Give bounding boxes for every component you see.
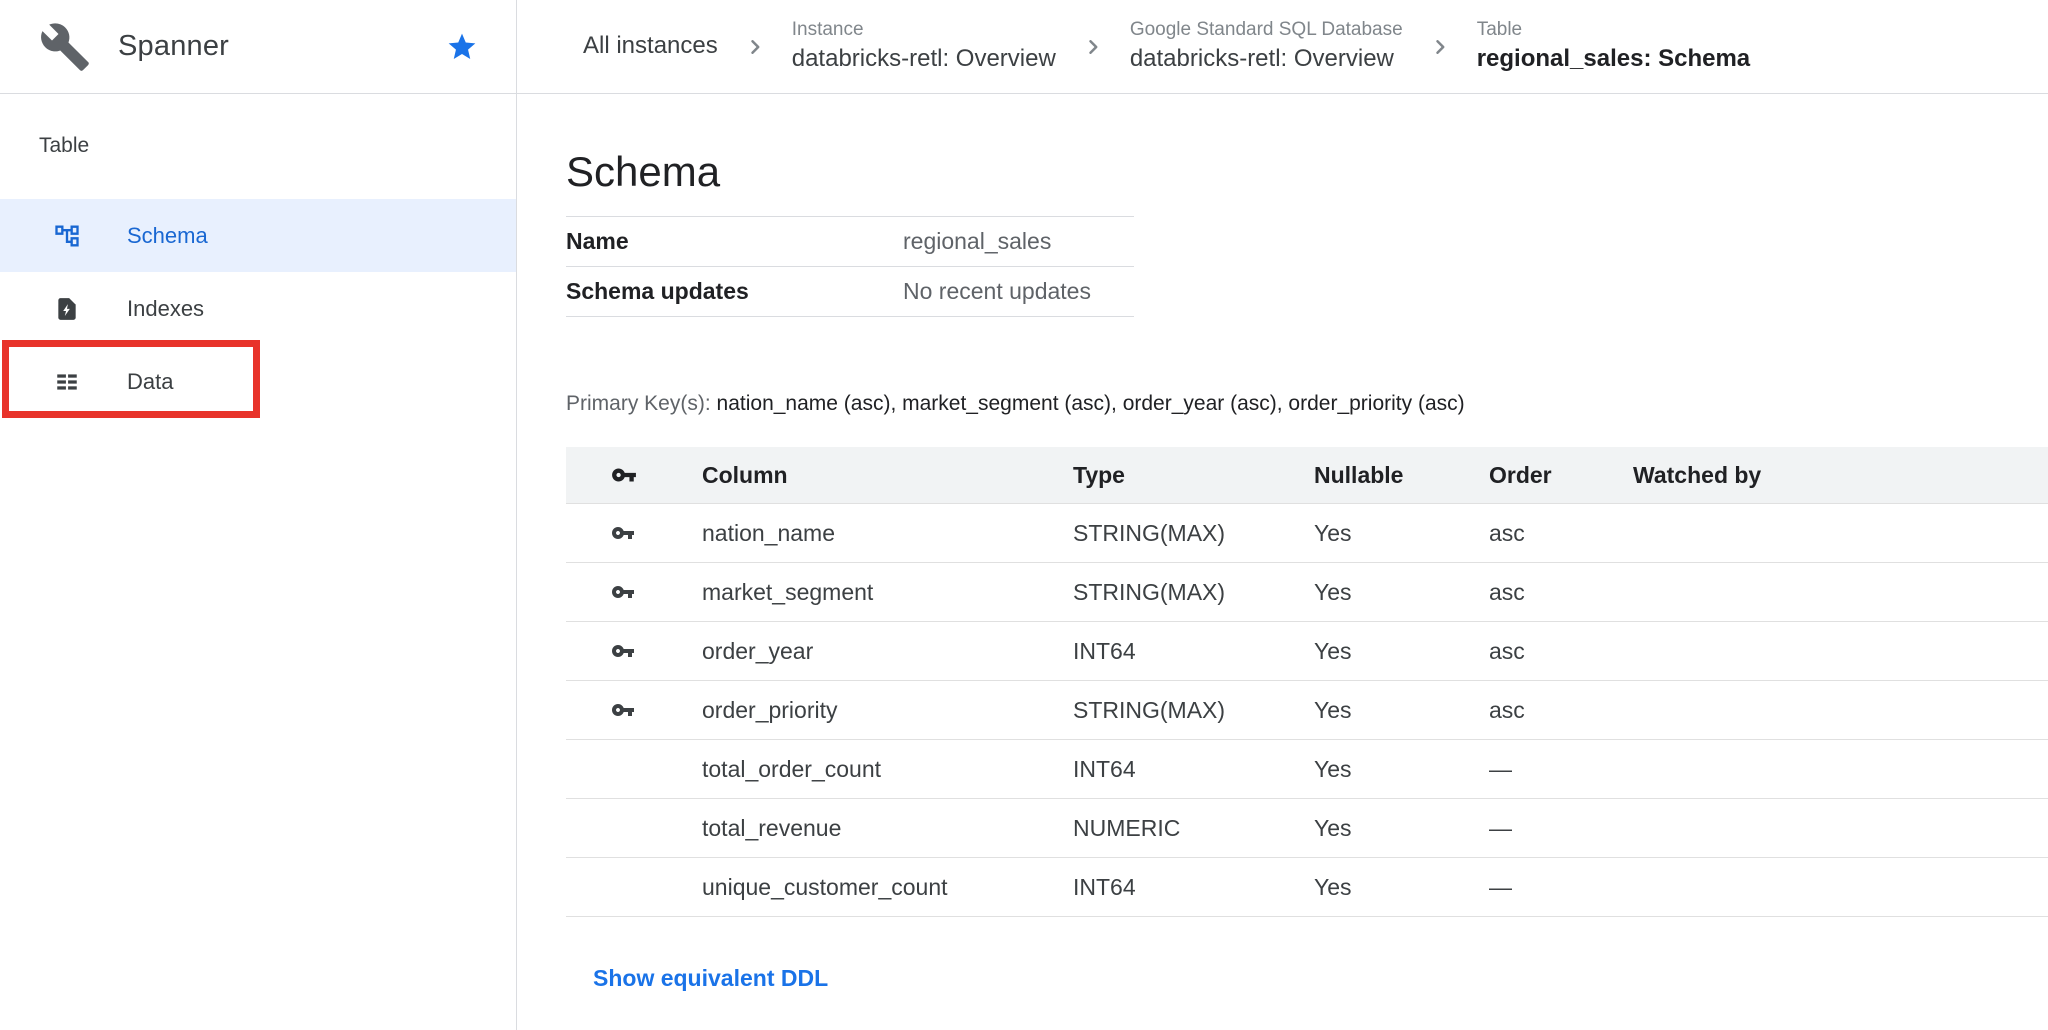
key-icon [611,521,635,545]
cell-type: NUMERIC [1073,815,1314,842]
sidebar-section-label: Table [0,132,516,160]
sidebar-item-data[interactable]: Data [0,345,516,418]
main-content: Schema Name regional_sales Schema update… [517,94,2048,1030]
sidebar: Table Schema Indexes Data [0,94,517,1030]
show-ddl-link[interactable]: Show equivalent DDL [593,965,828,992]
schema-tree-icon [52,222,82,250]
breadcrumb: All instances Instance databricks-retl: … [517,0,2048,93]
columns-table-header: Column Type Nullable Order Watched by [566,447,2048,504]
table-row: unique_customer_count INT64 Yes — [566,858,2048,917]
table-name-value: regional_sales [903,228,1134,255]
schema-info-table: Name regional_sales Schema updates No re… [566,216,1134,317]
cell-order: asc [1489,697,1633,724]
cell-column: unique_customer_count [702,874,1073,901]
table-row: total_order_count INT64 Yes — [566,740,2048,799]
key-icon [611,462,637,488]
key-icon [611,580,635,604]
cell-type: STRING(MAX) [1073,697,1314,724]
schema-updates-value: No recent updates [903,278,1134,305]
cell-column: total_order_count [702,756,1073,783]
header-order: Order [1489,462,1633,489]
cell-nullable: Yes [1314,874,1489,901]
cell-column: total_revenue [702,815,1073,842]
cell-order: asc [1489,579,1633,606]
cell-type: STRING(MAX) [1073,579,1314,606]
cell-order: — [1489,874,1633,901]
cell-order: asc [1489,638,1633,665]
cell-nullable: Yes [1314,579,1489,606]
breadcrumb-all-instances[interactable]: All instances [583,30,718,62]
cell-column: order_priority [702,697,1073,724]
cell-nullable: Yes [1314,520,1489,547]
info-row-name: Name regional_sales [566,216,1134,266]
page-title: Schema [566,144,2048,200]
top-bar: Spanner All instances Instance databrick… [0,0,2048,94]
header-nullable: Nullable [1314,462,1489,489]
chevron-right-icon [1425,32,1455,62]
columns-table: Column Type Nullable Order Watched by na… [566,447,2048,917]
primary-keys-line: Primary Key(s): nation_name (asc), marke… [566,391,2048,417]
info-row-schema-updates: Schema updates No recent updates [566,266,1134,316]
cell-order: asc [1489,520,1633,547]
key-column-header [566,462,702,488]
cell-nullable: Yes [1314,638,1489,665]
spanner-wrench-icon [39,21,91,73]
cell-column: nation_name [702,520,1073,547]
cell-order: — [1489,815,1633,842]
key-icon [611,639,635,663]
cell-type: STRING(MAX) [1073,520,1314,547]
breadcrumb-database[interactable]: Google Standard SQL Database databricks-… [1130,18,1403,75]
chevron-right-icon [1078,32,1108,62]
cell-column: market_segment [702,579,1073,606]
cell-nullable: Yes [1314,815,1489,842]
table-row: nation_name STRING(MAX) Yes asc [566,504,2048,563]
cell-type: INT64 [1073,638,1314,665]
table-row: total_revenue NUMERIC Yes — [566,799,2048,858]
body-wrap: Table Schema Indexes Data [0,94,2048,1030]
header-watched-by: Watched by [1633,462,2048,489]
product-brand: Spanner [0,0,517,93]
table-row: market_segment STRING(MAX) Yes asc [566,563,2048,622]
key-icon [611,698,635,722]
chevron-right-icon [740,32,770,62]
table-row: order_year INT64 Yes asc [566,622,2048,681]
cell-order: — [1489,756,1633,783]
app-title: Spanner [118,30,229,63]
cell-nullable: Yes [1314,697,1489,724]
cell-type: INT64 [1073,756,1314,783]
cell-nullable: Yes [1314,756,1489,783]
breadcrumb-table-current: Table regional_sales: Schema [1477,18,1750,75]
sidebar-item-schema[interactable]: Schema [0,199,516,272]
header-type: Type [1073,462,1314,489]
sidebar-item-indexes[interactable]: Indexes [0,272,516,345]
cell-column: order_year [702,638,1073,665]
data-grid-icon [52,369,82,395]
cell-type: INT64 [1073,874,1314,901]
indexed-document-icon [52,296,82,322]
header-column: Column [702,462,1073,489]
table-row: order_priority STRING(MAX) Yes asc [566,681,2048,740]
breadcrumb-instance[interactable]: Instance databricks-retl: Overview [792,18,1056,75]
spanner-console-page: Spanner All instances Instance databrick… [0,0,2048,1030]
favorite-star-icon[interactable] [446,31,478,63]
